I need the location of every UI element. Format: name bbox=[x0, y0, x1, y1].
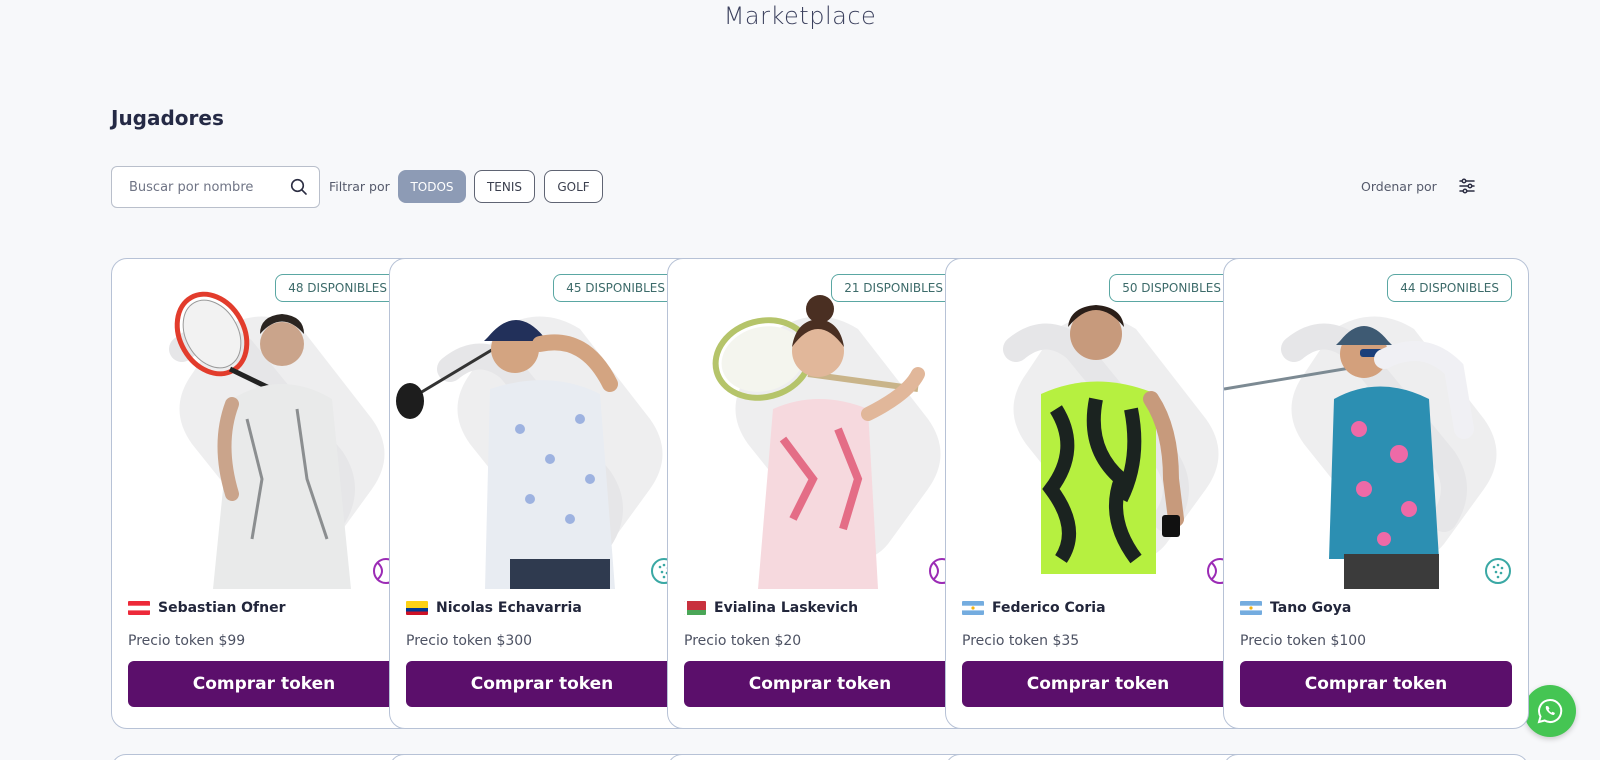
player-card[interactable]: 50 DISPONIBLES Federico Coria Precio tok… bbox=[945, 258, 1251, 729]
player-name-row: Evialina Laskevich bbox=[684, 600, 858, 616]
whatsapp-button[interactable] bbox=[1524, 685, 1576, 737]
belarus-flag-icon bbox=[684, 601, 706, 615]
sort-label: Ordenar por bbox=[1361, 179, 1437, 194]
player-photo bbox=[169, 291, 385, 589]
buy-token-button[interactable]: Comprar token bbox=[128, 661, 400, 707]
austria-flag-icon bbox=[128, 601, 150, 615]
player-name[interactable]: Sebastian Ofner bbox=[158, 600, 286, 616]
availability-badge: 21 DISPONIBLES bbox=[831, 274, 956, 302]
player-name[interactable]: Evialina Laskevich bbox=[714, 600, 858, 616]
player-card-next-row bbox=[389, 754, 695, 760]
page-title: Marketplace bbox=[723, 2, 877, 30]
player-name[interactable]: Federico Coria bbox=[992, 600, 1106, 616]
player-photo bbox=[1224, 316, 1497, 589]
colombia-flag-icon bbox=[406, 601, 428, 615]
player-name-row: Nicolas Echavarria bbox=[406, 600, 582, 616]
search-input[interactable] bbox=[129, 179, 279, 195]
player-card[interactable]: 48 DISPONIBLES Sebastian Ofner Precio to… bbox=[111, 258, 417, 729]
player-name-row: Federico Coria bbox=[962, 600, 1106, 616]
filter-chip-todos[interactable]: TODOS bbox=[398, 170, 466, 203]
player-card-next-row bbox=[111, 754, 417, 760]
buy-token-button[interactable]: Comprar token bbox=[1240, 661, 1512, 707]
buy-token-button[interactable]: Comprar token bbox=[684, 661, 956, 707]
token-price: Precio token $20 bbox=[684, 633, 802, 649]
buy-token-button[interactable]: Comprar token bbox=[406, 661, 678, 707]
golf-ball-icon bbox=[1485, 558, 1511, 584]
player-name[interactable]: Nicolas Echavarria bbox=[436, 600, 582, 616]
argentina-flag-icon bbox=[962, 601, 984, 615]
filter-chip-tenis[interactable]: TENIS bbox=[474, 170, 535, 203]
sliders-icon[interactable] bbox=[1458, 177, 1476, 195]
token-price: Precio token $99 bbox=[128, 633, 246, 649]
availability-badge: 50 DISPONIBLES bbox=[1109, 274, 1234, 302]
player-card[interactable]: 21 DISPONIBLES Evialina Laskevich Precio… bbox=[667, 258, 973, 729]
token-price: Precio token $35 bbox=[962, 633, 1080, 649]
player-name-row: Sebastian Ofner bbox=[128, 600, 286, 616]
availability-badge: 44 DISPONIBLES bbox=[1387, 274, 1512, 302]
player-photo bbox=[396, 316, 663, 589]
token-price: Precio token $100 bbox=[1240, 633, 1367, 649]
player-card[interactable]: 45 DISPONIBLES Nicolas Echavarria Precio… bbox=[389, 258, 695, 729]
player-card-next-row bbox=[667, 754, 973, 760]
player-card-next-row bbox=[1223, 754, 1529, 760]
player-name-row: Tano Goya bbox=[1240, 600, 1351, 616]
player-name[interactable]: Tano Goya bbox=[1270, 600, 1351, 616]
filter-label: Filtrar por bbox=[329, 179, 390, 194]
whatsapp-icon bbox=[1537, 698, 1563, 724]
player-photo bbox=[712, 295, 941, 589]
token-price: Precio token $300 bbox=[406, 633, 533, 649]
search-box bbox=[111, 166, 320, 208]
search-icon[interactable] bbox=[290, 178, 308, 196]
argentina-flag-icon bbox=[1240, 601, 1262, 615]
player-card[interactable]: 44 DISPONIBLES Tano Goya Precio token $1… bbox=[1223, 258, 1529, 729]
availability-badge: 45 DISPONIBLES bbox=[553, 274, 678, 302]
buy-token-button[interactable]: Comprar token bbox=[962, 661, 1234, 707]
availability-badge: 48 DISPONIBLES bbox=[275, 274, 400, 302]
filter-chip-golf[interactable]: GOLF bbox=[544, 170, 603, 203]
player-card-next-row bbox=[945, 754, 1251, 760]
player-photo bbox=[1003, 305, 1219, 574]
section-title: Jugadores bbox=[111, 106, 224, 130]
